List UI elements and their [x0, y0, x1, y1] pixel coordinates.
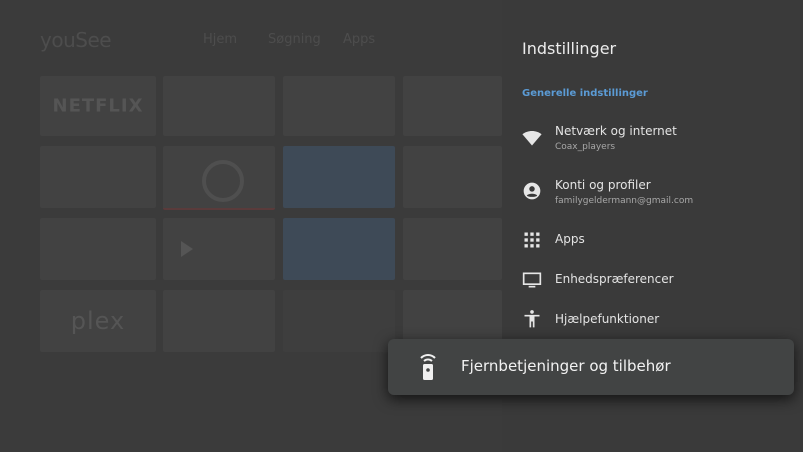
remote-icon: [420, 354, 436, 380]
app-tile: [283, 290, 395, 352]
settings-title: Indstillinger: [522, 39, 617, 58]
nav-item-search: Søgning: [268, 32, 321, 47]
tv-icon: [522, 272, 542, 288]
settings-item-subtitle: Coax_players: [555, 142, 616, 152]
settings-item-label: Netværk og internet: [555, 124, 677, 138]
app-tile: [283, 76, 395, 136]
settings-item-remotes-accessories[interactable]: Fjernbetjeninger og tilbehør: [388, 339, 794, 395]
settings-item-label: Enhedspræferencer: [555, 272, 674, 286]
settings-item-label: Hjælpefunktioner: [555, 312, 660, 326]
app-tile: [403, 146, 502, 208]
app-tile-netflix: NETFLIX: [40, 76, 156, 136]
settings-item-subtitle: familygeldermann@gmail.com: [555, 196, 694, 206]
settings-item-label: Apps: [555, 232, 585, 246]
nav-item-apps: Apps: [343, 32, 376, 47]
apps-grid-icon: [524, 232, 540, 248]
app-tile: [403, 76, 502, 136]
app-tile: [40, 146, 156, 208]
plex-logo: plex: [70, 307, 126, 335]
app-tile: [403, 218, 502, 280]
netflix-logo: NETFLIX: [52, 95, 144, 117]
app-tile: [283, 146, 395, 208]
settings-item-label: Fjernbetjeninger og tilbehør: [461, 357, 671, 375]
app-tile-play: [163, 218, 275, 280]
nav-item-home: Hjem: [203, 32, 238, 47]
app-tile: [163, 76, 275, 136]
app-tile: [283, 218, 395, 280]
app-tile: [163, 146, 275, 210]
settings-item-apps[interactable]: Apps: [502, 226, 803, 266]
accessibility-icon: [524, 310, 540, 328]
play-icon: [181, 241, 193, 257]
app-tile: [163, 290, 275, 352]
settings-item-label: Konti og profiler: [555, 178, 651, 192]
yousee-logo: youSee: [40, 28, 112, 52]
wifi-icon: [522, 130, 542, 146]
player-logo-icon: [202, 160, 244, 202]
settings-item-device-preferences[interactable]: Enhedspræferencer: [502, 266, 803, 306]
app-tile-plex: plex: [40, 290, 156, 352]
section-general-settings: Generelle indstillinger: [522, 88, 648, 99]
app-tile: [40, 218, 156, 280]
settings-item-network[interactable]: Netværk og internet Coax_players: [502, 120, 803, 160]
account-icon: [523, 182, 541, 200]
settings-item-accounts[interactable]: Konti og profiler familygeldermann@gmail…: [502, 174, 803, 214]
